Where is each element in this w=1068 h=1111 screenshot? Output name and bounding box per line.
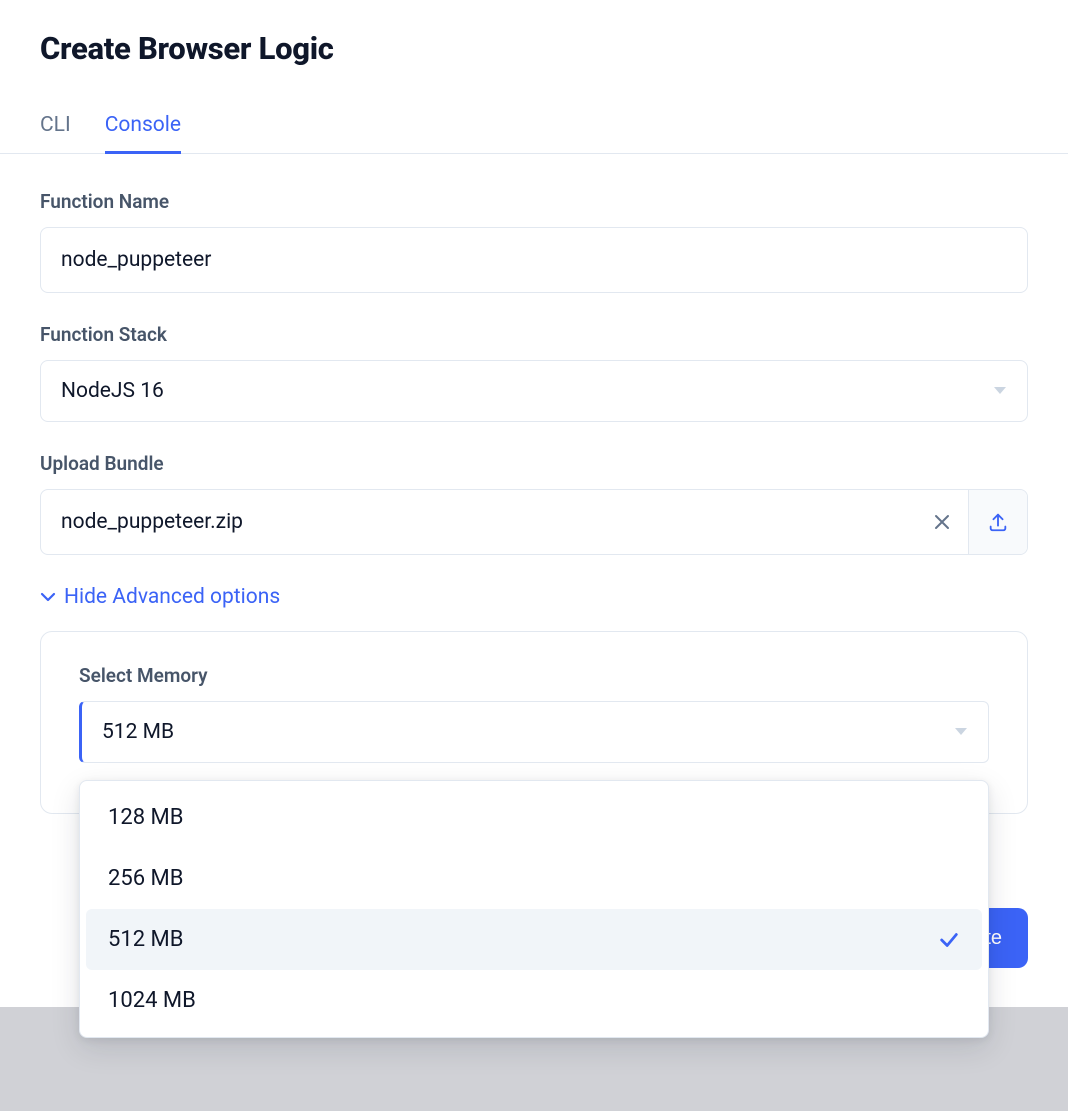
memory-option-label: 256 MB <box>108 866 183 891</box>
caret-down-icon <box>993 386 1007 396</box>
check-icon <box>938 929 960 951</box>
memory-label: Select Memory <box>79 664 989 687</box>
upload-bundle-row: node_puppeteer.zip <box>40 489 1028 555</box>
function-name-value: node_puppeteer <box>61 248 211 272</box>
upload-bundle-label: Upload Bundle <box>40 452 1028 475</box>
function-name-label: Function Name <box>40 190 1028 213</box>
memory-option-1024[interactable]: 1024 MB <box>86 970 982 1031</box>
page-title: Create Browser Logic <box>40 30 1028 67</box>
memory-option-512[interactable]: 512 MB <box>86 909 982 970</box>
memory-option-128[interactable]: 128 MB <box>86 787 982 848</box>
close-icon <box>933 513 951 531</box>
memory-option-label: 128 MB <box>108 805 183 830</box>
memory-option-label: 512 MB <box>108 927 183 952</box>
field-function-stack: Function Stack NodeJS 16 <box>40 323 1028 422</box>
tab-cli[interactable]: CLI <box>40 103 71 154</box>
memory-select[interactable]: 512 MB <box>79 701 989 763</box>
memory-value: 512 MB <box>102 720 174 744</box>
chevron-down-icon <box>40 589 56 605</box>
clear-file-button[interactable] <box>915 490 969 554</box>
function-name-input[interactable]: node_puppeteer <box>40 227 1028 293</box>
upload-file-button[interactable] <box>969 490 1027 554</box>
upload-icon <box>987 511 1009 533</box>
caret-down-icon <box>954 727 968 737</box>
advanced-options-toggle[interactable]: Hide Advanced options <box>40 585 280 609</box>
function-stack-label: Function Stack <box>40 323 1028 346</box>
upload-bundle-filename: node_puppeteer.zip <box>41 490 915 554</box>
field-upload-bundle: Upload Bundle node_puppeteer.zip <box>40 452 1028 555</box>
advanced-panel: Select Memory 512 MB 128 MB <box>40 631 1028 814</box>
advanced-options-label: Hide Advanced options <box>64 585 280 609</box>
tabs: CLI Console <box>0 103 1068 154</box>
tab-console[interactable]: Console <box>105 103 181 154</box>
field-function-name: Function Name node_puppeteer <box>40 190 1028 293</box>
memory-option-256[interactable]: 256 MB <box>86 848 982 909</box>
memory-option-label: 1024 MB <box>108 988 196 1013</box>
memory-dropdown: 128 MB 256 MB 512 MB <box>79 780 989 1038</box>
field-memory: Select Memory 512 MB <box>79 664 989 763</box>
function-stack-select[interactable]: NodeJS 16 <box>40 360 1028 422</box>
function-stack-value: NodeJS 16 <box>61 379 164 403</box>
